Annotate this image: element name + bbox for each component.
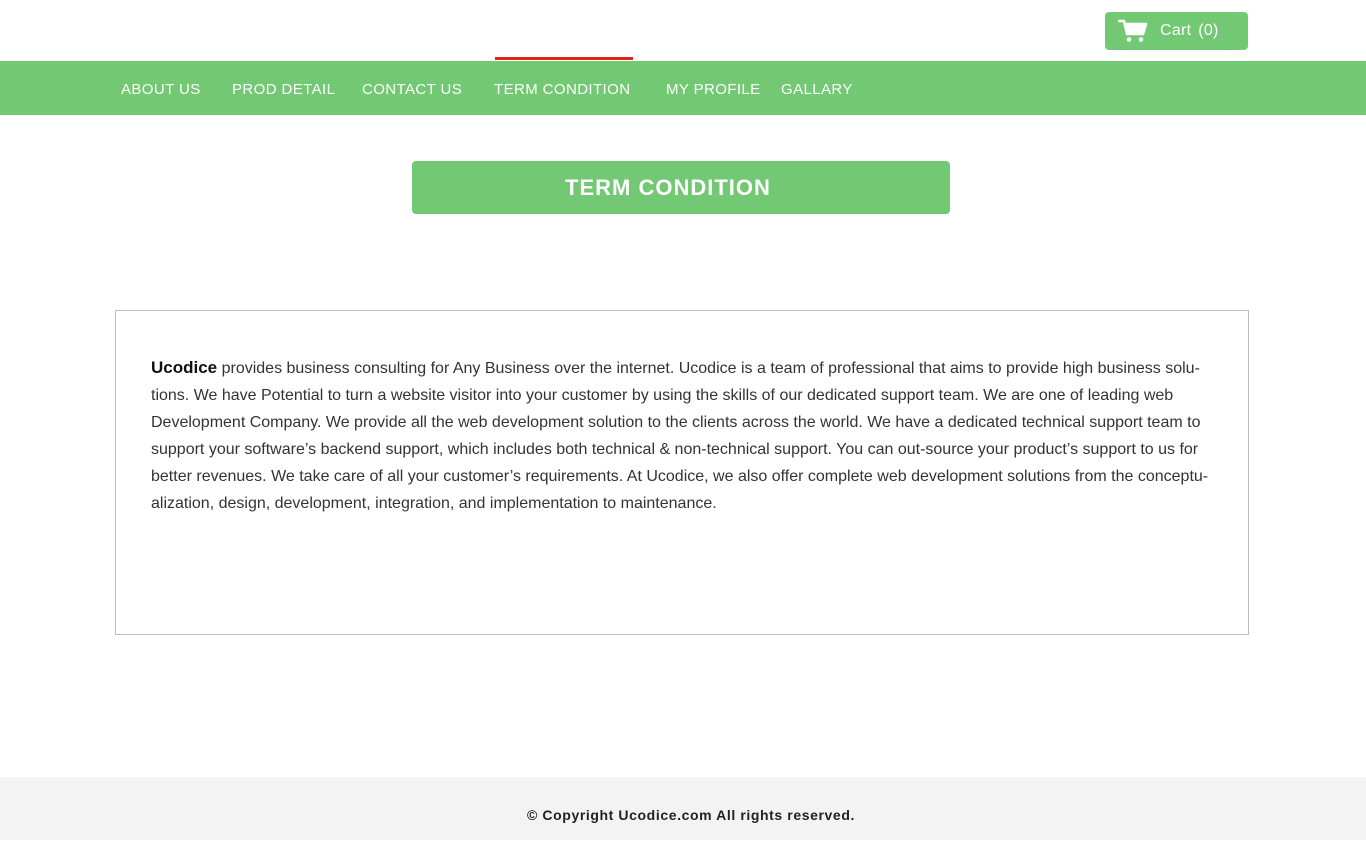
nav-about-us[interactable]: ABOUT US <box>121 81 201 98</box>
brand-name: Ucodice <box>151 358 218 377</box>
terms-body: provides business consulting for Any Bus… <box>151 360 1209 512</box>
nav-prod-detail[interactable]: PROD DETAIL <box>232 81 335 98</box>
page-title: TERM CONDITION <box>565 174 771 200</box>
content-panel: Ucodice provides business consulting for… <box>115 310 1249 635</box>
shopping-cart-icon <box>1118 19 1148 42</box>
footer: © Copyright Ucodice.com All rights reser… <box>0 777 1366 840</box>
nav-term-condition[interactable]: TERM CONDITION <box>494 81 630 98</box>
nav-contact-us[interactable]: CONTACT US <box>362 81 462 98</box>
cart-text: Cart <box>1160 22 1192 39</box>
page-title-banner: TERM CONDITION <box>412 161 950 214</box>
active-nav-indicator <box>495 57 633 60</box>
nav-my-profile[interactable]: MY PROFILE <box>666 81 761 98</box>
main-nav: ABOUT US PROD DETAIL CONTACT US TERM CON… <box>0 61 1366 115</box>
copyright-text: © Copyright Ucodice.com All rights reser… <box>527 806 855 823</box>
terms-paragraph: Ucodice provides business consulting for… <box>151 354 1217 517</box>
nav-gallary[interactable]: GALLARY <box>781 81 853 98</box>
cart-count: (0) <box>1198 22 1219 39</box>
cart-button[interactable]: Cart (0) <box>1105 12 1248 50</box>
top-header: Cart (0) <box>0 0 1366 61</box>
cart-label: Cart (0) <box>1160 22 1219 40</box>
